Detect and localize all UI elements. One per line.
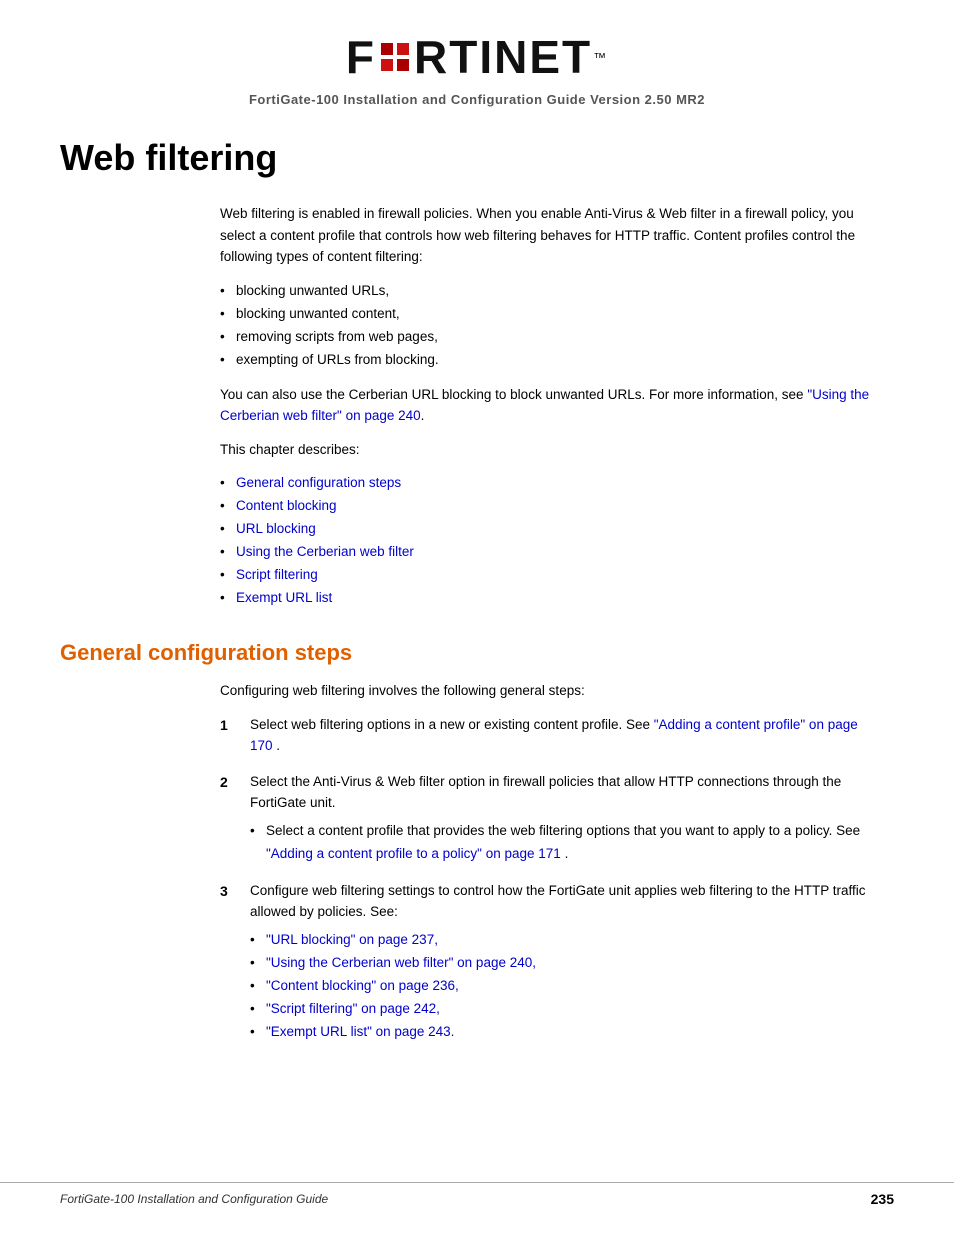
- chapter-links-list: General configuration steps Content bloc…: [220, 472, 874, 610]
- step-1-content: Select web filtering options in a new or…: [250, 714, 874, 757]
- step-1-number: 1: [220, 714, 250, 757]
- sub-bullet-item: "Using the Cerberian web filter" on page…: [250, 952, 874, 975]
- logo-letters-rtinet: RTINET: [414, 30, 592, 84]
- list-item: blocking unwanted content,: [220, 303, 874, 326]
- section-content: Configuring web filtering involves the f…: [220, 680, 874, 1044]
- sub-bullet-item: Select a content profile that provides t…: [250, 820, 874, 866]
- intro-block: Web filtering is enabled in firewall pol…: [220, 203, 874, 610]
- step-3-sub-link-5[interactable]: "Exempt URL list" on page 243.: [266, 1024, 454, 1039]
- section-title: General configuration steps: [60, 640, 894, 666]
- logo-square-tr: [397, 43, 409, 55]
- footer-page-number: 235: [871, 1191, 894, 1207]
- step-3-subbullets: "URL blocking" on page 237, "Using the C…: [250, 929, 874, 1044]
- step-3-sub-link-4[interactable]: "Script filtering" on page 242,: [266, 1001, 440, 1016]
- chapter-link-content[interactable]: Content blocking: [236, 498, 337, 513]
- intro-paragraph-1: Web filtering is enabled in firewall pol…: [220, 203, 874, 268]
- step-2-sub-link[interactable]: "Adding a content profile to a policy" o…: [266, 846, 561, 861]
- list-item: General configuration steps: [220, 472, 874, 495]
- step-2-sub-text: Select a content profile that provides t…: [266, 823, 860, 838]
- chapter-link-general[interactable]: General configuration steps: [236, 475, 401, 490]
- logo-letter-f: F: [346, 30, 376, 84]
- step-2-content: Select the Anti-Virus & Web filter optio…: [250, 771, 874, 866]
- sub-bullet-item: "Content blocking" on page 236,: [250, 975, 874, 998]
- step-3-number: 3: [220, 880, 250, 1044]
- chapter-link-cerberian[interactable]: Using the Cerberian web filter: [236, 544, 414, 559]
- step-2-subbullets: Select a content profile that provides t…: [250, 820, 874, 866]
- list-item: removing scripts from web pages,: [220, 326, 874, 349]
- list-item: blocking unwanted URLs,: [220, 280, 874, 303]
- list-item: Content blocking: [220, 495, 874, 518]
- step-2-text: Select the Anti-Virus & Web filter optio…: [250, 774, 841, 811]
- list-item: Script filtering: [220, 564, 874, 587]
- content-area: Web filtering Web filtering is enabled i…: [0, 117, 954, 1100]
- section-intro: Configuring web filtering involves the f…: [220, 680, 874, 702]
- logo-square-br: [397, 59, 409, 71]
- list-item: Using the Cerberian web filter: [220, 541, 874, 564]
- header: F RTINET ™ FortiGate-100 Installation an…: [0, 0, 954, 117]
- step-3-sub-link-3[interactable]: "Content blocking" on page 236,: [266, 978, 459, 993]
- sub-bullet-item: "URL blocking" on page 237,: [250, 929, 874, 952]
- step-3: 3 Configure web filtering settings to co…: [220, 880, 874, 1044]
- chapter-link-url[interactable]: URL blocking: [236, 521, 316, 536]
- logo-square-bl: [381, 59, 393, 71]
- step-3-sub-link-2[interactable]: "Using the Cerberian web filter" on page…: [266, 955, 536, 970]
- chapter-link-script[interactable]: Script filtering: [236, 567, 318, 582]
- page-container: F RTINET ™ FortiGate-100 Installation an…: [0, 0, 954, 1235]
- step-2-number: 2: [220, 771, 250, 866]
- steps-list: 1 Select web filtering options in a new …: [220, 714, 874, 1044]
- sub-bullet-item: "Exempt URL list" on page 243.: [250, 1021, 874, 1044]
- logo-icon-grid: [381, 43, 409, 71]
- logo-container: F RTINET ™: [0, 30, 954, 84]
- step-1-text: Select web filtering options in a new or…: [250, 717, 650, 732]
- list-item: exempting of URLs from blocking.: [220, 349, 874, 372]
- page-title: Web filtering: [60, 137, 894, 179]
- logo-square-tl: [381, 43, 393, 55]
- step-1: 1 Select web filtering options in a new …: [220, 714, 874, 757]
- step-1-text-after: .: [276, 738, 280, 753]
- step-3-content: Configure web filtering settings to cont…: [250, 880, 874, 1044]
- document-subtitle: FortiGate-100 Installation and Configura…: [0, 92, 954, 107]
- logo-trademark: ™: [593, 50, 608, 65]
- footer-text: FortiGate-100 Installation and Configura…: [60, 1192, 328, 1206]
- step-3-sub-link-1[interactable]: "URL blocking" on page 237,: [266, 932, 438, 947]
- chapter-link-exempt[interactable]: Exempt URL list: [236, 590, 332, 605]
- cerberian-paragraph: You can also use the Cerberian URL block…: [220, 384, 874, 427]
- list-item: URL blocking: [220, 518, 874, 541]
- cerberian-text: You can also use the Cerberian URL block…: [220, 387, 804, 402]
- step-3-text: Configure web filtering settings to cont…: [250, 883, 866, 920]
- sub-bullet-item: "Script filtering" on page 242,: [250, 998, 874, 1021]
- intro-bullet-list: blocking unwanted URLs, blocking unwante…: [220, 280, 874, 372]
- chapter-describes-label: This chapter describes:: [220, 439, 874, 461]
- step-2-sub-text-after: .: [565, 846, 569, 861]
- fortinet-logo: F RTINET ™: [346, 30, 608, 84]
- footer: FortiGate-100 Installation and Configura…: [0, 1182, 954, 1215]
- step-2: 2 Select the Anti-Virus & Web filter opt…: [220, 771, 874, 866]
- list-item: Exempt URL list: [220, 587, 874, 610]
